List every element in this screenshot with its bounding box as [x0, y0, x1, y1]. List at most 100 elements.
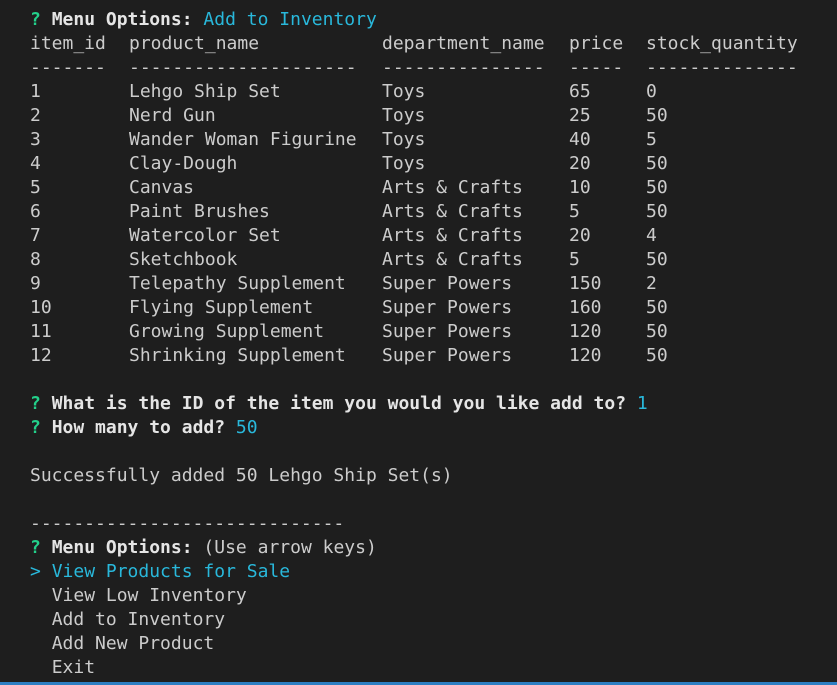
cell-product-name: Telepathy Supplement: [129, 273, 346, 294]
separator: ---------------------: [129, 57, 357, 78]
prompt-hint: (Use arrow keys): [203, 537, 377, 558]
table-row: 8 Sketchbook Arts & Crafts 5 50: [30, 248, 830, 272]
cell-product-name: Canvas: [129, 177, 195, 198]
cell-price: 40: [569, 129, 591, 150]
table-row: 7 Watercolor Set Arts & Crafts 20 4: [30, 224, 830, 248]
cell-stock: 0: [646, 81, 657, 102]
success-message: Successfully added 50 Lehgo Ship Set(s): [30, 465, 453, 486]
terminal-output: ? Menu Options: Add to Inventory item_id…: [30, 8, 830, 680]
cell-stock: 50: [646, 249, 668, 270]
menu-option-label: View Products for Sale: [51, 561, 291, 582]
header-price: price: [569, 33, 624, 54]
cell-item-id: 7: [30, 225, 41, 246]
cell-price: 5: [569, 201, 580, 222]
cell-stock: 50: [646, 177, 668, 198]
separator: --------------: [646, 57, 798, 78]
cell-price: 150: [569, 273, 602, 294]
table-row: 10 Flying Supplement Super Powers 160 50: [30, 296, 830, 320]
menu-options-prompt-answered: ? Menu Options: Add to Inventory: [30, 8, 830, 32]
cell-department: Super Powers: [382, 273, 513, 294]
cell-item-id: 3: [30, 129, 41, 150]
prompt-answer: 1: [636, 393, 648, 414]
table-row: 9 Telepathy Supplement Super Powers 150 2: [30, 272, 830, 296]
cell-price: 120: [569, 321, 602, 342]
cell-stock: 50: [646, 153, 668, 174]
cell-stock: 50: [646, 201, 668, 222]
cell-item-id: 6: [30, 201, 41, 222]
cell-product-name: Shrinking Supplement: [129, 345, 346, 366]
menu-option-exit[interactable]: Exit: [30, 656, 830, 680]
separator: -------: [30, 57, 106, 78]
cell-department: Toys: [382, 129, 426, 150]
table-header-row: item_id product_name department_name pri…: [30, 32, 830, 56]
cell-item-id: 12: [30, 345, 52, 366]
cell-department: Arts & Crafts: [382, 201, 523, 222]
cell-stock: 50: [646, 105, 668, 126]
cell-stock: 5: [646, 129, 657, 150]
cell-department: Toys: [382, 105, 426, 126]
cell-price: 5: [569, 249, 580, 270]
table-row: 6 Paint Brushes Arts & Crafts 5 50: [30, 200, 830, 224]
cell-price: 160: [569, 297, 602, 318]
cell-item-id: 5: [30, 177, 41, 198]
cell-department: Super Powers: [382, 297, 513, 318]
menu-option-label: Exit: [51, 657, 96, 678]
item-id-prompt: ? What is the ID of the item you would y…: [30, 392, 830, 416]
menu-options-prompt: ? Menu Options: (Use arrow keys): [30, 536, 830, 560]
header-item-id: item_id: [30, 33, 106, 54]
cell-stock: 50: [646, 321, 668, 342]
table-row: 11 Growing Supplement Super Powers 120 50: [30, 320, 830, 344]
table-separator-row: ------- --------------------- ----------…: [30, 56, 830, 80]
table-row: 4 Clay-Dough Toys 20 50: [30, 152, 830, 176]
cell-item-id: 9: [30, 273, 41, 294]
table-row: 12 Shrinking Supplement Super Powers 120 50: [30, 344, 830, 368]
cell-product-name: Lehgo Ship Set: [129, 81, 281, 102]
separator: -----: [569, 57, 624, 78]
cell-item-id: 10: [30, 297, 52, 318]
menu-option-label: View Low Inventory: [51, 585, 247, 606]
cell-product-name: Sketchbook: [129, 249, 238, 270]
cell-stock: 50: [646, 297, 668, 318]
cell-price: 10: [569, 177, 591, 198]
cell-department: Super Powers: [382, 321, 513, 342]
cell-product-name: Clay-Dough: [129, 153, 238, 174]
question-mark-icon: ?: [30, 417, 41, 438]
quantity-prompt: ? How many to add? 50: [30, 416, 830, 440]
cell-item-id: 11: [30, 321, 52, 342]
cell-price: 25: [569, 105, 591, 126]
cell-item-id: 1: [30, 81, 41, 102]
cell-stock: 2: [646, 273, 657, 294]
cell-price: 20: [569, 153, 591, 174]
cell-product-name: Paint Brushes: [129, 201, 270, 222]
table-row: 5 Canvas Arts & Crafts 10 50: [30, 176, 830, 200]
cell-product-name: Nerd Gun: [129, 105, 216, 126]
menu-option-view-products[interactable]: > View Products for Sale: [30, 560, 830, 584]
cell-item-id: 8: [30, 249, 41, 270]
cell-department: Arts & Crafts: [382, 225, 523, 246]
header-department-name: department_name: [382, 33, 545, 54]
cell-product-name: Wander Woman Figurine: [129, 129, 357, 150]
cell-product-name: Watercolor Set: [129, 225, 281, 246]
cell-stock: 4: [646, 225, 657, 246]
prompt-label: How many to add?: [51, 417, 226, 438]
menu-option-view-low-inventory[interactable]: View Low Inventory: [30, 584, 830, 608]
header-product-name: product_name: [129, 33, 260, 54]
prompt-label: Menu Options:: [51, 537, 193, 558]
prompt-answer: 50: [235, 417, 258, 438]
cell-item-id: 2: [30, 105, 41, 126]
cell-price: 20: [569, 225, 591, 246]
cell-department: Toys: [382, 81, 426, 102]
cell-stock: 50: [646, 345, 668, 366]
cell-price: 65: [569, 81, 591, 102]
cell-department: Arts & Crafts: [382, 249, 523, 270]
cell-department: Arts & Crafts: [382, 177, 523, 198]
prompt-label: Menu Options:: [51, 9, 193, 30]
menu-option-add-to-inventory[interactable]: Add to Inventory: [30, 608, 830, 632]
menu-option-label: Add New Product: [51, 633, 215, 654]
menu-option-add-new-product[interactable]: Add New Product: [30, 632, 830, 656]
cell-department: Toys: [382, 153, 426, 174]
cell-price: 120: [569, 345, 602, 366]
